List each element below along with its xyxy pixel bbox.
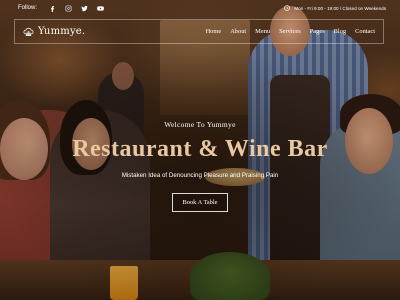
twitter-icon[interactable] (80, 4, 89, 13)
nav-item-pages[interactable]: Pages (310, 28, 325, 35)
hero-welcome: Welcome To Yummye (164, 120, 236, 129)
hero-content: Welcome To Yummye Restaurant & Wine Bar … (60, 120, 340, 212)
brand-logo[interactable]: Yummye. (23, 26, 85, 37)
nav-item-home[interactable]: Home (206, 28, 222, 35)
brand-name: Yummye. (38, 26, 86, 37)
opening-hours: Mon - Fri 9:00 - 19:00 / Closed on Weeke… (284, 5, 386, 11)
hours-text: Mon - Fri 9:00 - 19:00 / Closed on Weeke… (294, 5, 386, 11)
social-links: Follow: (18, 4, 105, 13)
book-table-button[interactable]: Book A Table (171, 193, 229, 212)
hero-headline: Restaurant & Wine Bar (72, 136, 328, 162)
hero-subline: Mistaken Idea of Denouncing Pleasure and… (121, 172, 279, 179)
nav-item-menu[interactable]: Menu (255, 28, 270, 35)
nav-menu: Home About Menu Services Pages Blog Cont… (206, 28, 375, 35)
main-navbar: Yummye. Home About Menu Services Pages B… (14, 19, 384, 44)
top-bar: Follow: Mon - Fri 9:00 - 19:00 / Closed … (0, 0, 400, 16)
nav-item-about[interactable]: About (230, 28, 246, 35)
facebook-icon[interactable] (48, 4, 57, 13)
clock-icon (284, 5, 291, 11)
nav-item-blog[interactable]: Blog (334, 28, 346, 35)
youtube-icon[interactable] (96, 4, 105, 13)
nav-item-services[interactable]: Services (279, 28, 301, 35)
chef-hat-icon (23, 27, 34, 36)
instagram-icon[interactable] (64, 4, 73, 13)
nav-item-contact[interactable]: Contact (355, 28, 375, 35)
follow-label: Follow: (18, 5, 38, 11)
